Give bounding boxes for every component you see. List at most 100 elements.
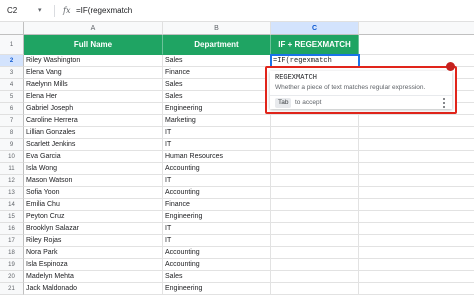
empty-cell[interactable] [359,259,474,271]
chevron-down-icon[interactable]: ▾ [38,4,42,18]
row-number[interactable]: 19 [0,259,24,271]
empty-cell[interactable] [359,163,474,175]
row-number[interactable]: 11 [0,163,24,175]
row-number[interactable]: 5 [0,91,24,103]
column-header-a[interactable]: A [24,22,163,35]
cell-full-name[interactable]: Caroline Herrera [24,115,163,127]
header-if-regexmatch[interactable]: IF + REGEXMATCH [271,35,359,55]
row-number[interactable]: 20 [0,271,24,283]
cell-department[interactable]: IT [163,175,271,187]
more-options-icon[interactable] [442,98,446,108]
empty-cell[interactable] [359,199,474,211]
cell-result[interactable] [271,139,359,151]
empty-cell[interactable] [359,223,474,235]
cell-full-name[interactable]: Raelynn Mills [24,79,163,91]
empty-cell[interactable] [359,139,474,151]
empty-cell[interactable] [359,127,474,139]
cell-result[interactable] [271,199,359,211]
suggestion-card[interactable]: REGEXMATCH Whether a piece of text match… [270,71,452,109]
cell-department[interactable]: Sales [163,271,271,283]
row-number[interactable]: 6 [0,103,24,115]
cell-full-name[interactable]: Riley Washington [24,55,163,67]
cell-department[interactable]: Sales [163,91,271,103]
cell-department[interactable]: IT [163,127,271,139]
row-number[interactable]: 3 [0,67,24,79]
cell-full-name[interactable]: Elena Her [24,91,163,103]
close-icon[interactable] [446,62,455,71]
empty-cell[interactable] [359,283,474,295]
row-number[interactable]: 15 [0,211,24,223]
cell-result[interactable] [271,151,359,163]
cell-department[interactable]: Marketing [163,115,271,127]
row-number[interactable]: 1 [0,35,24,55]
row-number[interactable]: 12 [0,175,24,187]
empty-cell[interactable] [359,235,474,247]
cell-full-name[interactable]: Riley Rojas [24,235,163,247]
cell-full-name[interactable]: Lillian Gonzales [24,127,163,139]
formula-input[interactable]: =IF(regexmatch [76,4,132,18]
row-number[interactable]: 10 [0,151,24,163]
cell-result[interactable] [271,283,359,295]
cell-full-name[interactable]: Elena Vang [24,67,163,79]
cell-department[interactable]: Engineering [163,211,271,223]
cell-result[interactable] [271,127,359,139]
cell-result[interactable] [271,163,359,175]
cell-department[interactable]: Sales [163,55,271,67]
cell-department[interactable]: IT [163,139,271,151]
header-department[interactable]: Department [163,35,271,55]
row-number[interactable]: 14 [0,199,24,211]
empty-cell[interactable] [359,175,474,187]
cell-full-name[interactable]: Isla Espinoza [24,259,163,271]
cell-full-name[interactable]: Mason Watson [24,175,163,187]
header-full-name[interactable]: Full Name [24,35,163,55]
cell-full-name[interactable]: Isla Wong [24,163,163,175]
row-number[interactable]: 2 [0,55,24,67]
cell-result[interactable] [271,235,359,247]
cell-department[interactable]: Sales [163,79,271,91]
cell-department[interactable]: Finance [163,67,271,79]
cell-department[interactable]: IT [163,223,271,235]
cell-department[interactable]: Engineering [163,103,271,115]
cell-result[interactable] [271,211,359,223]
cell-result[interactable] [271,223,359,235]
cell-full-name[interactable]: Madelyn Mehta [24,271,163,283]
select-all-corner[interactable] [0,22,24,35]
row-number[interactable]: 4 [0,79,24,91]
row-number[interactable]: 17 [0,235,24,247]
cell-result[interactable] [271,175,359,187]
cell-result[interactable] [271,259,359,271]
row-number[interactable]: 9 [0,139,24,151]
empty-cell[interactable] [359,211,474,223]
cell-result[interactable] [271,271,359,283]
row-number[interactable]: 21 [0,283,24,295]
empty-cell[interactable] [359,35,474,55]
cell-department[interactable]: Finance [163,199,271,211]
empty-cell[interactable] [359,115,474,127]
cell-department[interactable]: Engineering [163,283,271,295]
empty-cell[interactable] [359,151,474,163]
cell-department[interactable]: IT [163,235,271,247]
row-number[interactable]: 18 [0,247,24,259]
cell-department[interactable]: Accounting [163,187,271,199]
column-header-c[interactable]: C [271,22,359,35]
row-number[interactable]: 7 [0,115,24,127]
cell-full-name[interactable]: Peyton Cruz [24,211,163,223]
cell-full-name[interactable]: Emilia Chu [24,199,163,211]
empty-cell[interactable] [359,187,474,199]
empty-cell[interactable] [359,247,474,259]
cell-result[interactable] [271,247,359,259]
column-header-b[interactable]: B [163,22,271,35]
cell-result[interactable] [271,115,359,127]
cell-full-name[interactable]: Sofia Yoon [24,187,163,199]
cell-department[interactable]: Accounting [163,163,271,175]
cell-full-name[interactable]: Gabriel Joseph [24,103,163,115]
row-number[interactable]: 13 [0,187,24,199]
cell-full-name[interactable]: Jack Maldonado [24,283,163,295]
cell-department[interactable]: Human Resources [163,151,271,163]
cell-full-name[interactable]: Scarlett Jenkins [24,139,163,151]
cell-full-name[interactable]: Brooklyn Salazar [24,223,163,235]
cell-result[interactable] [271,187,359,199]
cell-full-name[interactable]: Eva Garcia [24,151,163,163]
empty-cell[interactable] [359,271,474,283]
row-number[interactable]: 8 [0,127,24,139]
